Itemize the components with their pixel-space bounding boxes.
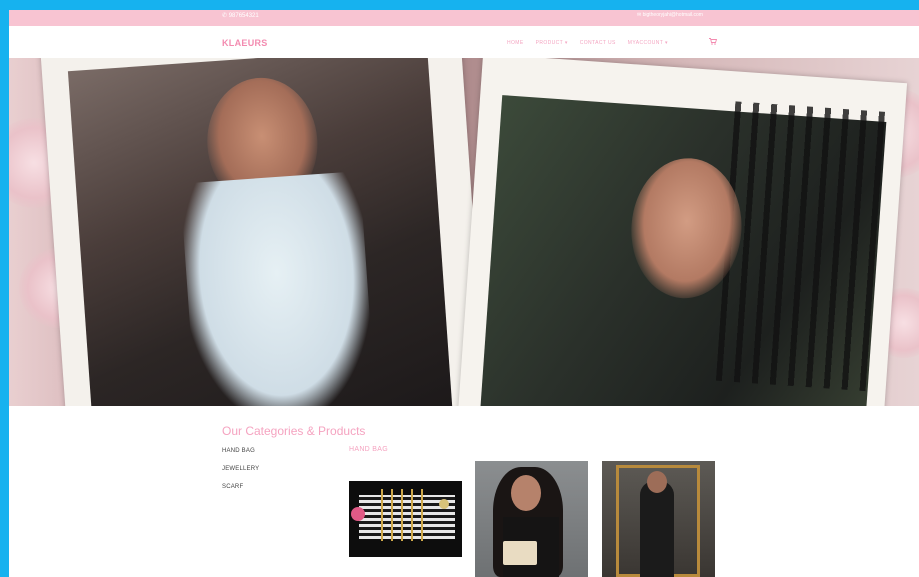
clutch-clasp: [439, 499, 449, 509]
category-jewellery[interactable]: JEWELLERY: [222, 466, 259, 472]
hero-scarf: [180, 171, 377, 406]
product-card-model-door[interactable]: [602, 461, 715, 577]
categories-title: Our Categories & Products: [222, 424, 366, 438]
nav-item-contact-us[interactable]: CONTACT US: [580, 40, 616, 46]
active-category-heading: HAND BAG: [349, 446, 388, 453]
category-list: HAND BAG JEWELLERY SCARF: [222, 448, 259, 502]
hero-fence: [715, 101, 886, 392]
top-bar: ✆ 987654321 ✉ bigtheoryjahi@hotmail.com: [9, 10, 919, 26]
category-hand-bag[interactable]: HAND BAG: [222, 448, 259, 454]
model-head: [647, 471, 667, 493]
category-scarf[interactable]: SCARF: [222, 484, 259, 490]
email-address[interactable]: ✉ bigtheoryjahi@hotmail.com: [637, 12, 703, 18]
nav-item-myaccount[interactable]: MYACCOUNT ▾: [628, 40, 668, 46]
nav-menu: HOME PRODUCT ▾ CONTACT US MYACCOUNT ▾: [507, 40, 680, 46]
phone-number[interactable]: ✆ 987654321: [222, 12, 259, 19]
hero-banner: [9, 58, 919, 406]
flower-decoration: [351, 507, 365, 521]
cart-icon[interactable]: [709, 38, 717, 45]
product-card-model-clutch[interactable]: [475, 461, 588, 577]
nav-item-home[interactable]: HOME: [507, 40, 524, 46]
navbar: KLAEURS HOME PRODUCT ▾ CONTACT US MYACCO…: [9, 26, 919, 58]
clutch-gold-bars: [381, 489, 431, 541]
site-logo[interactable]: KLAEURS: [222, 38, 268, 48]
nav-item-product[interactable]: PRODUCT ▾: [536, 40, 568, 46]
page: ✆ 987654321 ✉ bigtheoryjahi@hotmail.com …: [9, 10, 919, 577]
model-figure: [640, 481, 674, 577]
woman-in-scarf-polaroid: [39, 58, 489, 406]
beaded-clutch: [503, 541, 537, 565]
product-card-clutch[interactable]: [349, 481, 462, 557]
woman-by-fence-polaroid: [455, 58, 908, 406]
model-face: [511, 475, 541, 511]
